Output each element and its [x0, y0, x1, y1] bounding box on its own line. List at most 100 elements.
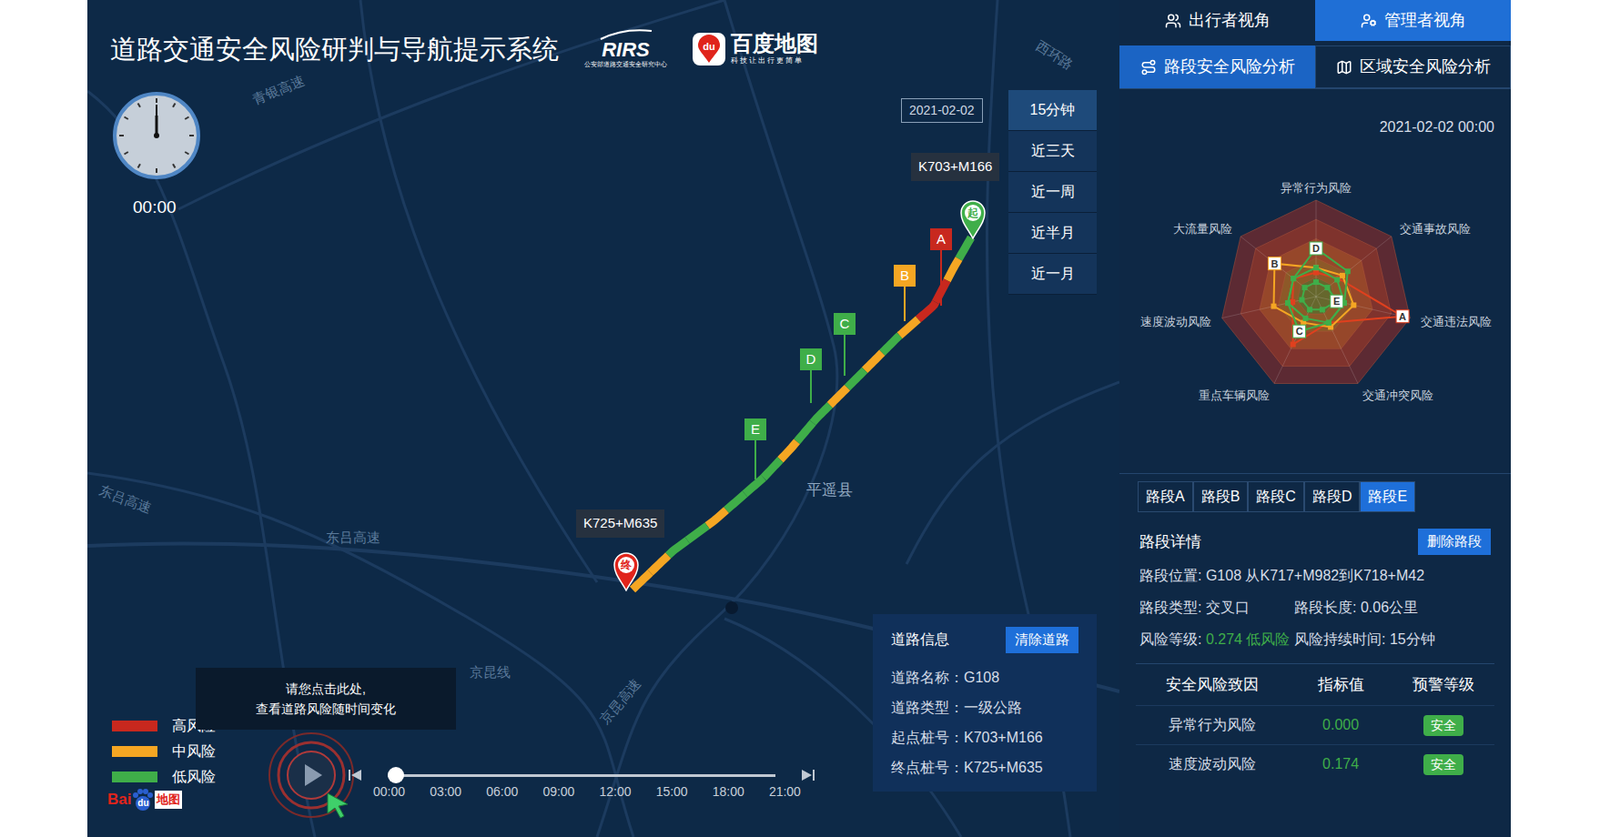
baidu-watermark: Baidu地图	[107, 788, 183, 812]
route-segment	[958, 237, 972, 259]
segment-tab[interactable]: 路段B	[1193, 481, 1249, 513]
route-segment	[763, 459, 781, 478]
route-segment	[918, 302, 936, 320]
road-info-panel: 道路信息清除道路道路名称：G108道路类型：一级公路起点桩号：K703+M166…	[872, 614, 1097, 792]
route-segment	[947, 258, 960, 281]
map-label: 西环路	[1031, 36, 1077, 76]
svg-text:交通事故风险: 交通事故风险	[1399, 222, 1471, 236]
end-label: K725+M635	[576, 509, 665, 538]
time-range-button[interactable]: 近半月	[1008, 212, 1097, 254]
route-segment	[650, 556, 669, 574]
svg-text:A: A	[1398, 311, 1407, 323]
analysis-tab[interactable]: 路段安全风险分析	[1119, 45, 1316, 89]
route-segment	[726, 494, 745, 511]
tooltip: 请您点击此处,查看道路风险随时间变化	[195, 668, 456, 730]
timeline	[345, 766, 818, 785]
svg-text:速度波动风险: 速度波动风险	[1140, 314, 1212, 329]
road-info-row: 道路名称：G108	[891, 667, 1079, 689]
delete-segment-button[interactable]: 删除路段	[1417, 528, 1491, 556]
segment-marker[interactable]: D	[800, 348, 822, 404]
table-row: 速度波动风险0.174安全	[1135, 744, 1495, 784]
road-icon	[1140, 59, 1157, 76]
map-label: 京昆线	[469, 662, 511, 684]
route-segment	[668, 540, 688, 557]
timestamp: 2021-02-02 00:00	[1119, 116, 1511, 139]
svg-text:交通违法风险: 交通违法风险	[1420, 314, 1492, 329]
baidu-logo: du百度地图科技让出行更简单	[692, 31, 819, 67]
route-segment	[899, 319, 918, 336]
time-range-button[interactable]: 近一月	[1008, 253, 1097, 295]
segment-tab[interactable]: 路段D	[1304, 481, 1361, 513]
rirs-swoosh-icon	[598, 29, 654, 41]
route-segment	[881, 335, 900, 354]
svg-text:交通冲突风险: 交通冲突风险	[1362, 388, 1434, 403]
radar-chart: A B C D E 异常行为风险交通事故风险交通违法风险交通冲突风险 重点车辆风险 速度波动风…	[1119, 141, 1511, 470]
side-panel: 出行者视角管理者视角路段安全风险分析区域安全风险分析 2021-02-02 00:…	[1119, 0, 1511, 837]
segment-marker[interactable]: B	[893, 264, 916, 322]
clear-road-button[interactable]: 清除道路	[1005, 627, 1079, 654]
map-label: 青银高速	[249, 70, 308, 111]
svg-text:大流量风险: 大流量风险	[1173, 222, 1233, 236]
route-segment	[779, 441, 797, 460]
segment-tab[interactable]: 路段C	[1247, 481, 1305, 513]
svg-text:C: C	[1296, 325, 1304, 337]
route-pin[interactable]: 终	[612, 551, 640, 592]
map-label: 东吕高速	[96, 480, 155, 519]
region-icon	[1336, 59, 1353, 76]
view-tabs: 出行者视角管理者视角	[1119, 0, 1511, 41]
svg-text:D: D	[1312, 243, 1320, 254]
time-range-button[interactable]: 近三天	[1008, 131, 1097, 173]
route-segment	[812, 405, 831, 423]
route-segment	[687, 526, 708, 541]
segment-marker[interactable]: A	[930, 228, 952, 306]
date-box[interactable]: 2021-02-02	[901, 98, 983, 123]
table-row: 异常行为风险0.000安全	[1135, 705, 1495, 745]
route-segment	[707, 510, 727, 527]
map-label: 东吕高速	[325, 527, 381, 549]
previous-icon[interactable]	[345, 766, 365, 785]
clock-icon	[111, 90, 203, 182]
route-segment	[864, 353, 882, 371]
route-segment	[797, 423, 814, 443]
svg-text:重点车辆风险: 重点车辆风险	[1198, 388, 1270, 403]
segment-tab[interactable]: 路段A	[1137, 481, 1194, 513]
page: 青银高速西环路东吕高速东吕高速平遥县京昆线京昆高速道路交通安全风险研判与导航提示…	[0, 0, 1600, 837]
next-icon[interactable]	[799, 766, 818, 785]
play-icon[interactable]	[265, 729, 357, 821]
radar-series: E	[1298, 279, 1343, 313]
segment-marker[interactable]: E	[744, 418, 767, 480]
route-pin[interactable]: 起	[959, 199, 987, 240]
road-info-row: 起点桩号：K703+M166	[891, 727, 1079, 750]
radar-series: D	[1285, 242, 1351, 326]
route-segment	[847, 370, 865, 388]
clock-time: 00:00	[132, 194, 177, 222]
segment-tabs: 路段A路段B路段C路段D路段E	[1137, 481, 1493, 513]
svg-text:E: E	[1333, 295, 1340, 307]
rirs-logo: RIRS公安部道路交通安全研究中心	[584, 29, 668, 71]
timeline-slider[interactable]	[387, 774, 776, 778]
segment-tab[interactable]: 路段E	[1359, 481, 1416, 513]
manager-icon	[1360, 12, 1378, 30]
map-label: 京昆高速	[595, 674, 647, 730]
view-tab[interactable]: 管理者视角	[1315, 0, 1511, 41]
time-range-button[interactable]: 15分钟	[1008, 90, 1097, 132]
svg-text:异常行为风险: 异常行为风险	[1280, 181, 1352, 195]
svg-text:B: B	[1270, 258, 1278, 270]
header: 道路交通安全风险研判与导航提示系统RIRS公安部道路交通安全研究中心du百度地图…	[110, 29, 819, 71]
segment-marker[interactable]: C	[833, 313, 856, 376]
map[interactable]: 青银高速西环路东吕高速东吕高速平遥县京昆线京昆高速道路交通安全风险研判与导航提示…	[87, 0, 1120, 837]
route-segment	[744, 477, 763, 495]
road-info-row: 终点桩号：K725+M635	[891, 757, 1079, 780]
timeline-ticks: 00:0003:0006:0009:0012:0015:0018:0021:00	[373, 782, 801, 802]
segment-details: 路段详情删除路段路段位置: G108 从K717+M982到K718+M42路段…	[1119, 528, 1511, 651]
road-info-row: 道路类型：一级公路	[891, 697, 1079, 719]
time-range-button[interactable]: 近一周	[1008, 172, 1097, 213]
risk-table: 安全风险致因指标值预警等级异常行为风险0.000安全速度波动风险0.174安全	[1135, 663, 1495, 785]
radar-series: C	[1285, 264, 1347, 338]
start-label: K703+M166	[911, 152, 1000, 182]
map-label: 平遥县	[806, 478, 853, 503]
analysis-tab[interactable]: 区域安全风险分析	[1315, 45, 1511, 89]
route-segment	[830, 387, 848, 406]
view-tab[interactable]: 出行者视角	[1119, 0, 1316, 41]
cursor-icon	[325, 791, 350, 820]
